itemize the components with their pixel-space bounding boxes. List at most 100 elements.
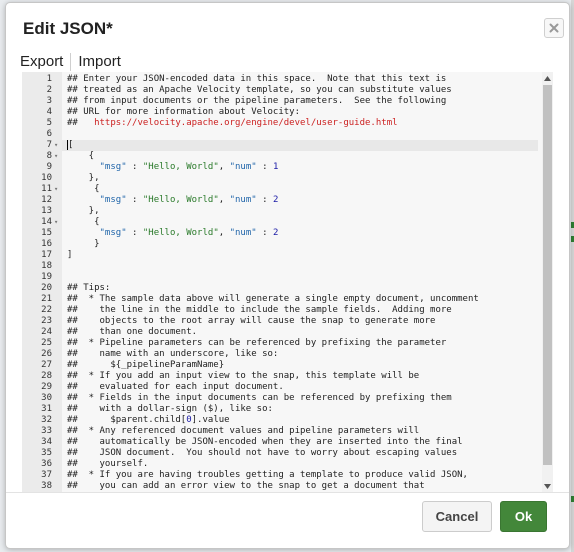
line-number: 33 xyxy=(41,426,52,436)
code-text: }, xyxy=(67,206,100,217)
code-token: https://velocity.apache.org/engine/devel… xyxy=(94,118,398,128)
json-code-editor[interactable]: 1 ## Enter your JSON-encoded data in this… xyxy=(22,72,553,492)
code-text: ## automatically be JSON-encoded when th… xyxy=(67,437,463,448)
code-line: 34 ## automatically be JSON-encoded when … xyxy=(22,437,538,448)
line-number: 3 xyxy=(46,96,52,106)
code-token: { xyxy=(67,151,95,161)
fold-arrow-icon[interactable]: ▾ xyxy=(54,184,62,195)
code-text: ## * The sample data above will generate… xyxy=(67,294,479,305)
scroll-down-arrow-icon[interactable] xyxy=(542,480,553,492)
code-line: 12 "msg" : "Hello, World", "num" : 2 xyxy=(22,195,538,206)
code-text: { xyxy=(67,217,99,228)
fold-arrow-icon[interactable]: ▾ xyxy=(54,140,62,151)
code-token: "num" xyxy=(229,195,257,205)
line-number: 19 xyxy=(41,272,52,282)
code-line: 29 ## evaluated for each input document. xyxy=(22,382,538,393)
code-line: 26 ## name with an underscore, like so: xyxy=(22,349,538,360)
code-token: ] xyxy=(67,250,73,260)
code-token: ## yourself. xyxy=(67,459,149,469)
code-line: 35 ## JSON document. You should not have … xyxy=(22,448,538,459)
code-line: 16 } xyxy=(22,239,538,250)
code-line: 14 ▾ { xyxy=(22,217,538,228)
code-token: : xyxy=(256,228,273,238)
code-token: ## Tips: xyxy=(67,283,111,293)
line-number: 25 xyxy=(41,338,52,348)
line-number: 12 xyxy=(41,195,52,205)
line-number: 2 xyxy=(46,85,52,95)
scroll-up-arrow-icon[interactable] xyxy=(542,72,553,84)
footer-divider xyxy=(6,492,569,493)
code-line: 2 ## treated as an Apache Velocity templa… xyxy=(22,85,538,96)
code-text: "msg" : "Hello, World", "num" : 1 xyxy=(67,162,279,173)
line-number: 23 xyxy=(41,316,52,326)
code-token: 2 xyxy=(272,195,279,205)
code-token: ## JSON document. You should not have to… xyxy=(67,448,458,458)
cancel-button[interactable]: Cancel xyxy=(422,501,492,532)
line-number: 34 xyxy=(41,437,52,447)
code-token: ## with a dollar-sign ($), like so: xyxy=(67,404,273,414)
ok-button[interactable]: Ok xyxy=(500,501,547,532)
code-line: 13 }, xyxy=(22,206,538,217)
code-text: ## yourself. xyxy=(67,459,148,470)
line-number: 16 xyxy=(41,239,52,249)
code-line: 38 ## you can add an error view to the sn… xyxy=(22,481,538,492)
code-text: ## Enter your JSON-encoded data in this … xyxy=(67,74,446,85)
line-number: 36 xyxy=(41,459,52,469)
code-token: ## evaluated for each input document. xyxy=(67,382,284,392)
code-line: 6 xyxy=(22,129,538,140)
tab-import[interactable]: Import xyxy=(78,53,121,71)
code-text: ## ${_pipelineParamName} xyxy=(67,360,224,371)
editor-scrollbar[interactable] xyxy=(542,72,553,492)
line-number: 28 xyxy=(41,371,52,381)
code-text: { xyxy=(67,151,94,162)
code-token: ## from input documents or the pipeline … xyxy=(67,96,447,106)
code-line: 32 ## $parent.child[0].value xyxy=(22,415,538,426)
active-line-highlight xyxy=(62,140,538,151)
code-token: , xyxy=(218,195,230,205)
line-number: 7 xyxy=(46,140,52,150)
code-line: 27 ## ${_pipelineParamName} xyxy=(22,360,538,371)
line-number: 22 xyxy=(41,305,52,315)
code-token: { xyxy=(67,184,100,194)
edit-json-dialog: Edit JSON* Export Import 1 ## Enter your … xyxy=(5,2,570,549)
code-line: 15 "msg" : "Hello, World", "num" : 2 xyxy=(22,228,538,239)
code-token: ## * Pipeline parameters can be referenc… xyxy=(67,338,447,348)
code-text: "msg" : "Hello, World", "num" : 2 xyxy=(67,228,279,239)
code-token: }, xyxy=(67,206,100,216)
code-text: ## * Any referenced document values and … xyxy=(67,426,419,437)
code-text: ## * If you add an input view to the sna… xyxy=(67,371,419,382)
line-number: 14 xyxy=(41,217,52,227)
fold-arrow-icon[interactable]: ▾ xyxy=(54,217,62,228)
code-token: : xyxy=(126,162,143,172)
code-line: 11 ▾ { xyxy=(22,184,538,195)
code-text: ## you can add an error view to the snap… xyxy=(67,481,425,492)
code-text: ## * If you are having troubles getting … xyxy=(67,470,468,481)
code-token: "num" xyxy=(229,228,257,238)
code-text: ## name with an underscore, like so: xyxy=(67,349,278,360)
line-number: 29 xyxy=(41,382,52,392)
code-token: "Hello, World" xyxy=(142,228,219,238)
code-text: ## URL for more information about Veloci… xyxy=(67,107,300,118)
line-number: 15 xyxy=(41,228,52,238)
tab-export[interactable]: Export xyxy=(20,53,70,71)
fold-arrow-icon[interactable]: ▾ xyxy=(54,151,62,162)
line-number: 18 xyxy=(41,261,52,271)
line-number: 17 xyxy=(41,250,52,260)
close-button[interactable] xyxy=(544,18,564,38)
scrollbar-thumb[interactable] xyxy=(543,85,552,465)
code-line: 30 ## * Fields in the input documents can… xyxy=(22,393,538,404)
line-number: 26 xyxy=(41,349,52,359)
code-line: 25 ## * Pipeline parameters can be refere… xyxy=(22,338,538,349)
code-line: 21 ## * The sample data above will genera… xyxy=(22,294,538,305)
code-line: 9 "msg" : "Hello, World", "num" : 1 xyxy=(22,162,538,173)
code-text: } xyxy=(67,239,99,250)
code-line: 5 ## https://velocity.apache.org/engine/d… xyxy=(22,118,538,129)
code-token: ## automatically be JSON-encoded when th… xyxy=(67,437,463,447)
code-token: ## than one document. xyxy=(67,327,198,337)
tab-bar: Export Import xyxy=(20,53,121,71)
code-token: "msg" xyxy=(99,228,127,238)
code-token: ## treated as an Apache Velocity templat… xyxy=(67,85,452,95)
code-text: ## Tips: xyxy=(67,283,110,294)
code-line: 28 ## * If you add an input view to the s… xyxy=(22,371,538,382)
code-token: "Hello, World" xyxy=(142,162,219,172)
